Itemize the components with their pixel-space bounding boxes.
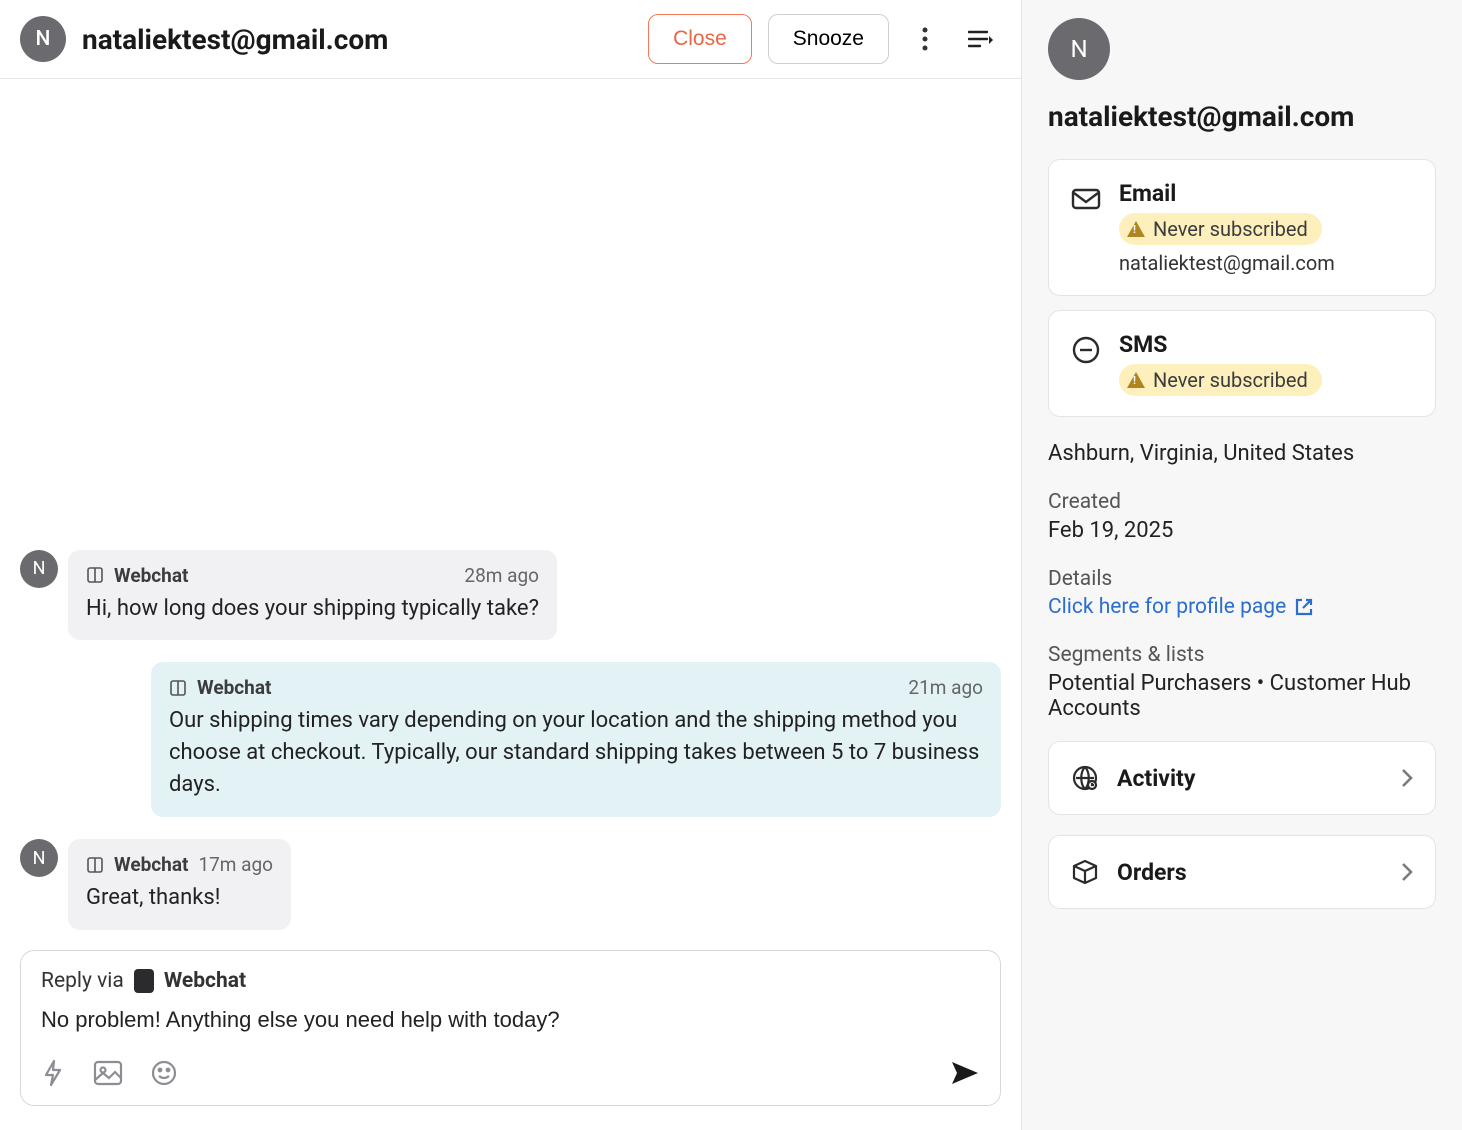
message-time: 21m ago <box>908 676 983 699</box>
message-incoming: N Webchat 28m ago Hi, how long does your… <box>20 550 1001 641</box>
segments-label: Segments & lists <box>1048 643 1436 667</box>
orders-icon <box>1071 858 1099 886</box>
smile-icon <box>151 1060 177 1086</box>
message-outgoing: Webchat 21m ago Our shipping times vary … <box>20 662 1001 817</box>
email-status-badge: Never subscribed <box>1119 213 1322 245</box>
message-bubble: Webchat 21m ago Our shipping times vary … <box>151 662 1001 817</box>
webchat-icon <box>169 679 187 697</box>
kebab-icon <box>922 27 928 51</box>
mail-icon <box>1071 184 1101 214</box>
profile-link-text: Click here for profile page <box>1048 595 1286 619</box>
message-bubble: Webchat 28m ago Hi, how long does your s… <box>68 550 557 641</box>
warning-icon <box>1127 221 1145 237</box>
reply-composer: Reply via Webchat <box>20 950 1001 1106</box>
quick-reply-button[interactable] <box>41 1059 65 1091</box>
reply-channel-name: Webchat <box>164 969 246 993</box>
profile-name: nataliektest@gmail.com <box>1048 100 1436 133</box>
message-channel: Webchat <box>114 564 188 587</box>
message-incoming: N Webchat 17m ago Great, thanks! <box>20 839 1001 930</box>
message-body: Our shipping times vary depending on you… <box>169 705 983 801</box>
message-time: 28m ago <box>464 564 539 587</box>
conversation-pane: N nataliektest@gmail.com Close Snooze N … <box>0 0 1022 1130</box>
profile-page-link[interactable]: Click here for profile page <box>1048 595 1436 619</box>
message-time: 17m ago <box>198 853 273 876</box>
message-list: N Webchat 28m ago Hi, how long does your… <box>0 79 1021 942</box>
message-avatar: N <box>20 550 58 588</box>
external-link-icon <box>1294 597 1314 617</box>
panel-toggle-icon <box>968 29 994 49</box>
chevron-right-icon <box>1401 862 1413 882</box>
more-options-button[interactable] <box>905 19 945 59</box>
profile-location: Ashburn, Virginia, United States <box>1048 441 1436 466</box>
header-avatar: N <box>20 16 66 62</box>
composer-toolbar <box>41 1059 980 1091</box>
lightning-icon <box>41 1059 65 1087</box>
profile-avatar: N <box>1048 18 1110 80</box>
reply-input[interactable] <box>41 1007 980 1033</box>
send-icon <box>950 1060 980 1086</box>
reply-via-label: Reply via <box>41 969 124 993</box>
reply-channel-selector[interactable]: Reply via Webchat <box>41 969 980 993</box>
sms-subscription-card: SMS Never subscribed <box>1048 310 1436 417</box>
message-channel: Webchat <box>197 676 271 699</box>
webchat-icon <box>86 856 104 874</box>
orders-label: Orders <box>1117 859 1383 886</box>
sms-status-text: Never subscribed <box>1153 368 1308 392</box>
email-subscription-card: Email Never subscribed nataliektest@gmai… <box>1048 159 1436 296</box>
sms-icon <box>1071 335 1101 365</box>
message-body: Great, thanks! <box>86 882 273 914</box>
email-card-title: Email <box>1119 180 1335 207</box>
image-icon <box>93 1060 123 1086</box>
email-status-text: Never subscribed <box>1153 217 1308 241</box>
activity-icon <box>1071 764 1099 792</box>
webchat-chip-icon <box>134 969 154 993</box>
profile-pane: N nataliektest@gmail.com Email Never sub… <box>1022 0 1462 1130</box>
close-button[interactable]: Close <box>648 14 752 64</box>
chevron-right-icon <box>1401 768 1413 788</box>
header-title: nataliektest@gmail.com <box>82 23 632 56</box>
webchat-icon <box>86 566 104 584</box>
collapse-panel-button[interactable] <box>961 19 1001 59</box>
sms-card-title: SMS <box>1119 331 1322 358</box>
created-value: Feb 19, 2025 <box>1048 518 1436 543</box>
send-button[interactable] <box>950 1060 980 1090</box>
message-channel: Webchat <box>114 853 188 876</box>
message-avatar: N <box>20 839 58 877</box>
email-value: nataliektest@gmail.com <box>1119 251 1335 275</box>
conversation-header: N nataliektest@gmail.com Close Snooze <box>0 0 1021 79</box>
message-body: Hi, how long does your shipping typicall… <box>86 593 539 625</box>
activity-label: Activity <box>1117 765 1383 792</box>
sms-status-badge: Never subscribed <box>1119 364 1322 396</box>
snooze-button[interactable]: Snooze <box>768 14 889 64</box>
created-label: Created <box>1048 490 1436 514</box>
orders-nav[interactable]: Orders <box>1048 835 1436 909</box>
activity-nav[interactable]: Activity <box>1048 741 1436 815</box>
message-bubble: Webchat 17m ago Great, thanks! <box>68 839 291 930</box>
emoji-button[interactable] <box>151 1060 177 1090</box>
segments-value: Potential Purchasers • Customer Hub Acco… <box>1048 671 1436 721</box>
details-label: Details <box>1048 567 1436 591</box>
warning-icon <box>1127 372 1145 388</box>
attach-image-button[interactable] <box>93 1060 123 1090</box>
